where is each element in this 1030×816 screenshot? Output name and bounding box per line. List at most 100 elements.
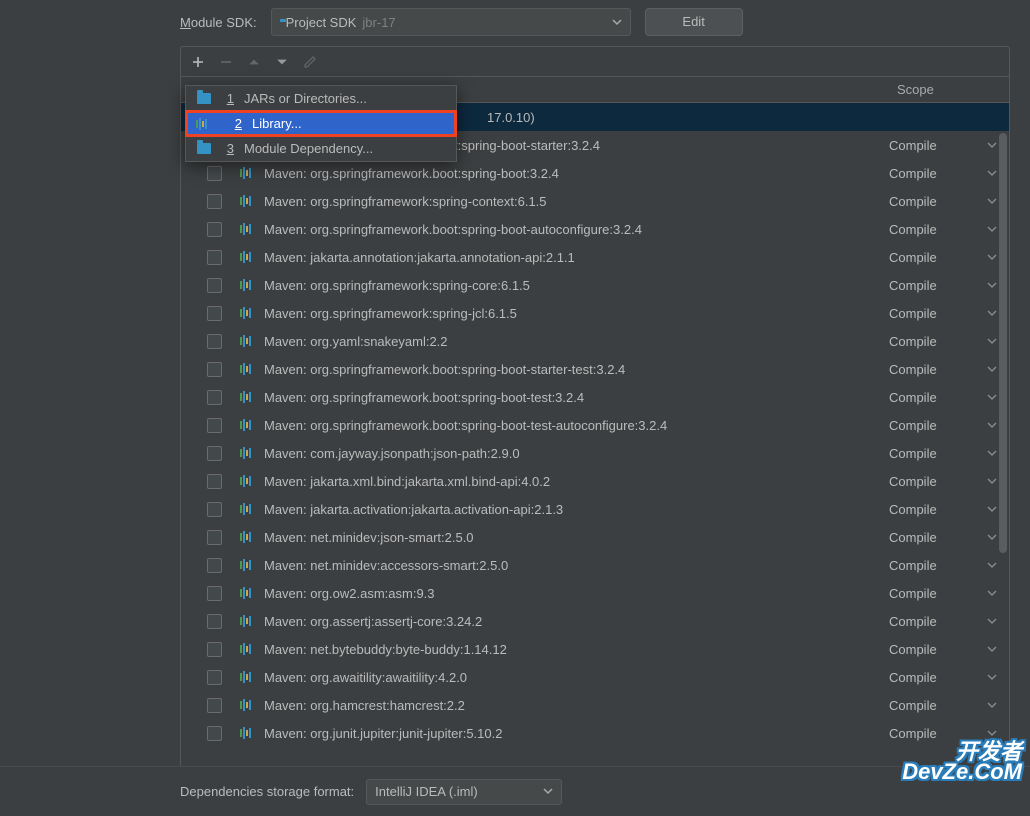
export-checkbox[interactable] xyxy=(207,614,222,629)
scope-cell[interactable]: Compile xyxy=(889,586,1009,601)
dependency-row[interactable]: Maven: net.minidev:accessors-smart:2.5.0… xyxy=(181,551,1009,579)
dependency-row[interactable]: Maven: jakarta.annotation:jakarta.annota… xyxy=(181,243,1009,271)
export-checkbox[interactable] xyxy=(207,726,222,741)
dependency-row[interactable]: Maven: org.junit.jupiter:junit-jupiter:5… xyxy=(181,719,1009,747)
scope-cell[interactable]: Compile xyxy=(889,530,1009,545)
move-down-button[interactable] xyxy=(273,53,291,71)
scope-cell[interactable]: Compile xyxy=(889,558,1009,573)
dependency-row[interactable]: Maven: com.jayway.jsonpath:json-path:2.9… xyxy=(181,439,1009,467)
dependency-row[interactable]: Maven: org.springframework.boot:spring-b… xyxy=(181,215,1009,243)
dependency-row[interactable]: Maven: jakarta.xml.bind:jakarta.xml.bind… xyxy=(181,467,1009,495)
dependency-row[interactable]: Maven: org.springframework.boot:spring-b… xyxy=(181,355,1009,383)
export-checkbox[interactable] xyxy=(207,306,222,321)
scrollbar[interactable] xyxy=(999,133,1007,553)
scope-cell[interactable]: Compile xyxy=(889,334,1009,349)
dependency-label: Maven: org.junit.jupiter:junit-jupiter:5… xyxy=(264,726,502,741)
scope-cell[interactable]: Compile xyxy=(889,222,1009,237)
scope-cell[interactable]: Compile xyxy=(889,306,1009,321)
dependency-row[interactable]: Maven: org.awaitility:awaitility:4.2.0Co… xyxy=(181,663,1009,691)
scope-cell[interactable]: Compile xyxy=(889,698,1009,713)
chevron-down-icon xyxy=(987,250,997,265)
scope-cell[interactable]: Compile xyxy=(889,194,1009,209)
dependency-row[interactable]: Maven: org.springframework:spring-jcl:6.… xyxy=(181,299,1009,327)
scope-value: Compile xyxy=(889,250,937,265)
export-checkbox[interactable] xyxy=(207,418,222,433)
export-checkbox[interactable] xyxy=(207,446,222,461)
export-checkbox[interactable] xyxy=(207,642,222,657)
dependency-list: 17.0.10) Maven: org.springframework.boot… xyxy=(181,103,1009,789)
export-checkbox[interactable] xyxy=(207,334,222,349)
popup-item-jars-or-directories[interactable]: 1JARs or Directories... xyxy=(186,86,456,111)
move-up-button[interactable] xyxy=(245,53,263,71)
library-icon xyxy=(240,503,256,515)
export-checkbox[interactable] xyxy=(207,530,222,545)
chevron-down-icon xyxy=(612,15,622,30)
dependency-label: Maven: org.springframework:spring-jcl:6.… xyxy=(264,306,517,321)
scope-cell[interactable]: Compile xyxy=(889,362,1009,377)
popup-item-module-dependency[interactable]: 3Module Dependency... xyxy=(186,136,456,161)
library-icon xyxy=(240,279,256,291)
edit-button[interactable]: Edit xyxy=(645,8,743,36)
export-checkbox[interactable] xyxy=(207,558,222,573)
scope-cell[interactable]: Compile xyxy=(889,670,1009,685)
dependency-label: Maven: jakarta.activation:jakarta.activa… xyxy=(264,502,563,517)
chevron-down-icon xyxy=(987,530,997,545)
dependency-row[interactable]: Maven: net.minidev:json-smart:2.5.0 Compi… xyxy=(181,523,1009,551)
sdk-name: Project SDK xyxy=(286,15,357,30)
export-checkbox[interactable] xyxy=(207,586,222,601)
dependency-row[interactable]: Maven: net.bytebuddy:byte-buddy:1.14.12C… xyxy=(181,635,1009,663)
sdk-dropdown[interactable]: Project SDK jbr-17 xyxy=(271,8,631,36)
chevron-down-icon xyxy=(987,614,997,629)
export-checkbox[interactable] xyxy=(207,278,222,293)
scope-cell[interactable]: Compile xyxy=(889,390,1009,405)
add-button[interactable] xyxy=(189,53,207,71)
export-checkbox[interactable] xyxy=(207,362,222,377)
dependency-row[interactable]: Maven: org.springframework.boot:spring-b… xyxy=(181,383,1009,411)
remove-button[interactable] xyxy=(217,53,235,71)
export-checkbox[interactable] xyxy=(207,474,222,489)
export-checkbox[interactable] xyxy=(207,166,222,181)
library-icon xyxy=(240,363,256,375)
dependency-row[interactable]: Maven: org.springframework:spring-core:6… xyxy=(181,271,1009,299)
export-checkbox[interactable] xyxy=(207,670,222,685)
dependency-row[interactable]: Maven: jakarta.activation:jakarta.activa… xyxy=(181,495,1009,523)
dependency-row[interactable]: Maven: org.springframework.boot:spring-b… xyxy=(181,411,1009,439)
dependency-row[interactable]: Maven: org.springframework:spring-contex… xyxy=(181,187,1009,215)
scope-cell[interactable]: Compile xyxy=(889,474,1009,489)
export-checkbox[interactable] xyxy=(207,502,222,517)
dependency-label: Maven: net.minidev:json-smart:2.5.0 xyxy=(264,530,474,545)
popup-item-library[interactable]: 2Library... xyxy=(186,111,456,136)
dependency-row[interactable]: Maven: org.assertj:assertj-core:3.24.2Co… xyxy=(181,607,1009,635)
scope-cell[interactable]: Compile xyxy=(889,250,1009,265)
scope-cell[interactable]: Compile xyxy=(889,446,1009,461)
export-checkbox[interactable] xyxy=(207,194,222,209)
scope-value: Compile xyxy=(889,418,937,433)
scope-cell[interactable]: Compile xyxy=(889,418,1009,433)
chevron-down-icon xyxy=(987,194,997,209)
scope-cell[interactable]: Compile xyxy=(889,278,1009,293)
export-checkbox[interactable] xyxy=(207,390,222,405)
scope-value: Compile xyxy=(889,670,937,685)
library-icon xyxy=(240,391,256,403)
chevron-down-icon xyxy=(987,278,997,293)
dependency-row[interactable]: Maven: org.hamcrest:hamcrest:2.2Compile xyxy=(181,691,1009,719)
chevron-down-icon xyxy=(987,642,997,657)
edit-icon[interactable] xyxy=(301,53,319,71)
scope-cell[interactable]: Compile xyxy=(889,138,1009,153)
export-checkbox[interactable] xyxy=(207,250,222,265)
storage-format-dropdown[interactable]: IntelliJ IDEA (.iml) xyxy=(366,779,562,805)
dependency-label: Maven: org.springframework.boot:spring-b… xyxy=(264,362,625,377)
dependency-row[interactable]: Maven: org.yaml:snakeyaml:2.2Compile xyxy=(181,327,1009,355)
scope-cell[interactable]: Compile xyxy=(889,502,1009,517)
dependency-row[interactable]: Maven: org.ow2.asm:asm:9.3Compile xyxy=(181,579,1009,607)
scope-cell[interactable]: Compile xyxy=(889,166,1009,181)
dependency-label: Maven: jakarta.annotation:jakarta.annota… xyxy=(264,250,575,265)
scope-cell[interactable]: Compile xyxy=(889,642,1009,657)
export-checkbox[interactable] xyxy=(207,698,222,713)
storage-format-label: Dependencies storage format: xyxy=(180,784,354,799)
scope-cell[interactable]: Compile xyxy=(889,614,1009,629)
library-icon xyxy=(240,671,256,683)
export-checkbox[interactable] xyxy=(207,222,222,237)
dependency-row[interactable]: Maven: org.springframework.boot:spring-b… xyxy=(181,159,1009,187)
chevron-down-icon xyxy=(543,784,553,799)
